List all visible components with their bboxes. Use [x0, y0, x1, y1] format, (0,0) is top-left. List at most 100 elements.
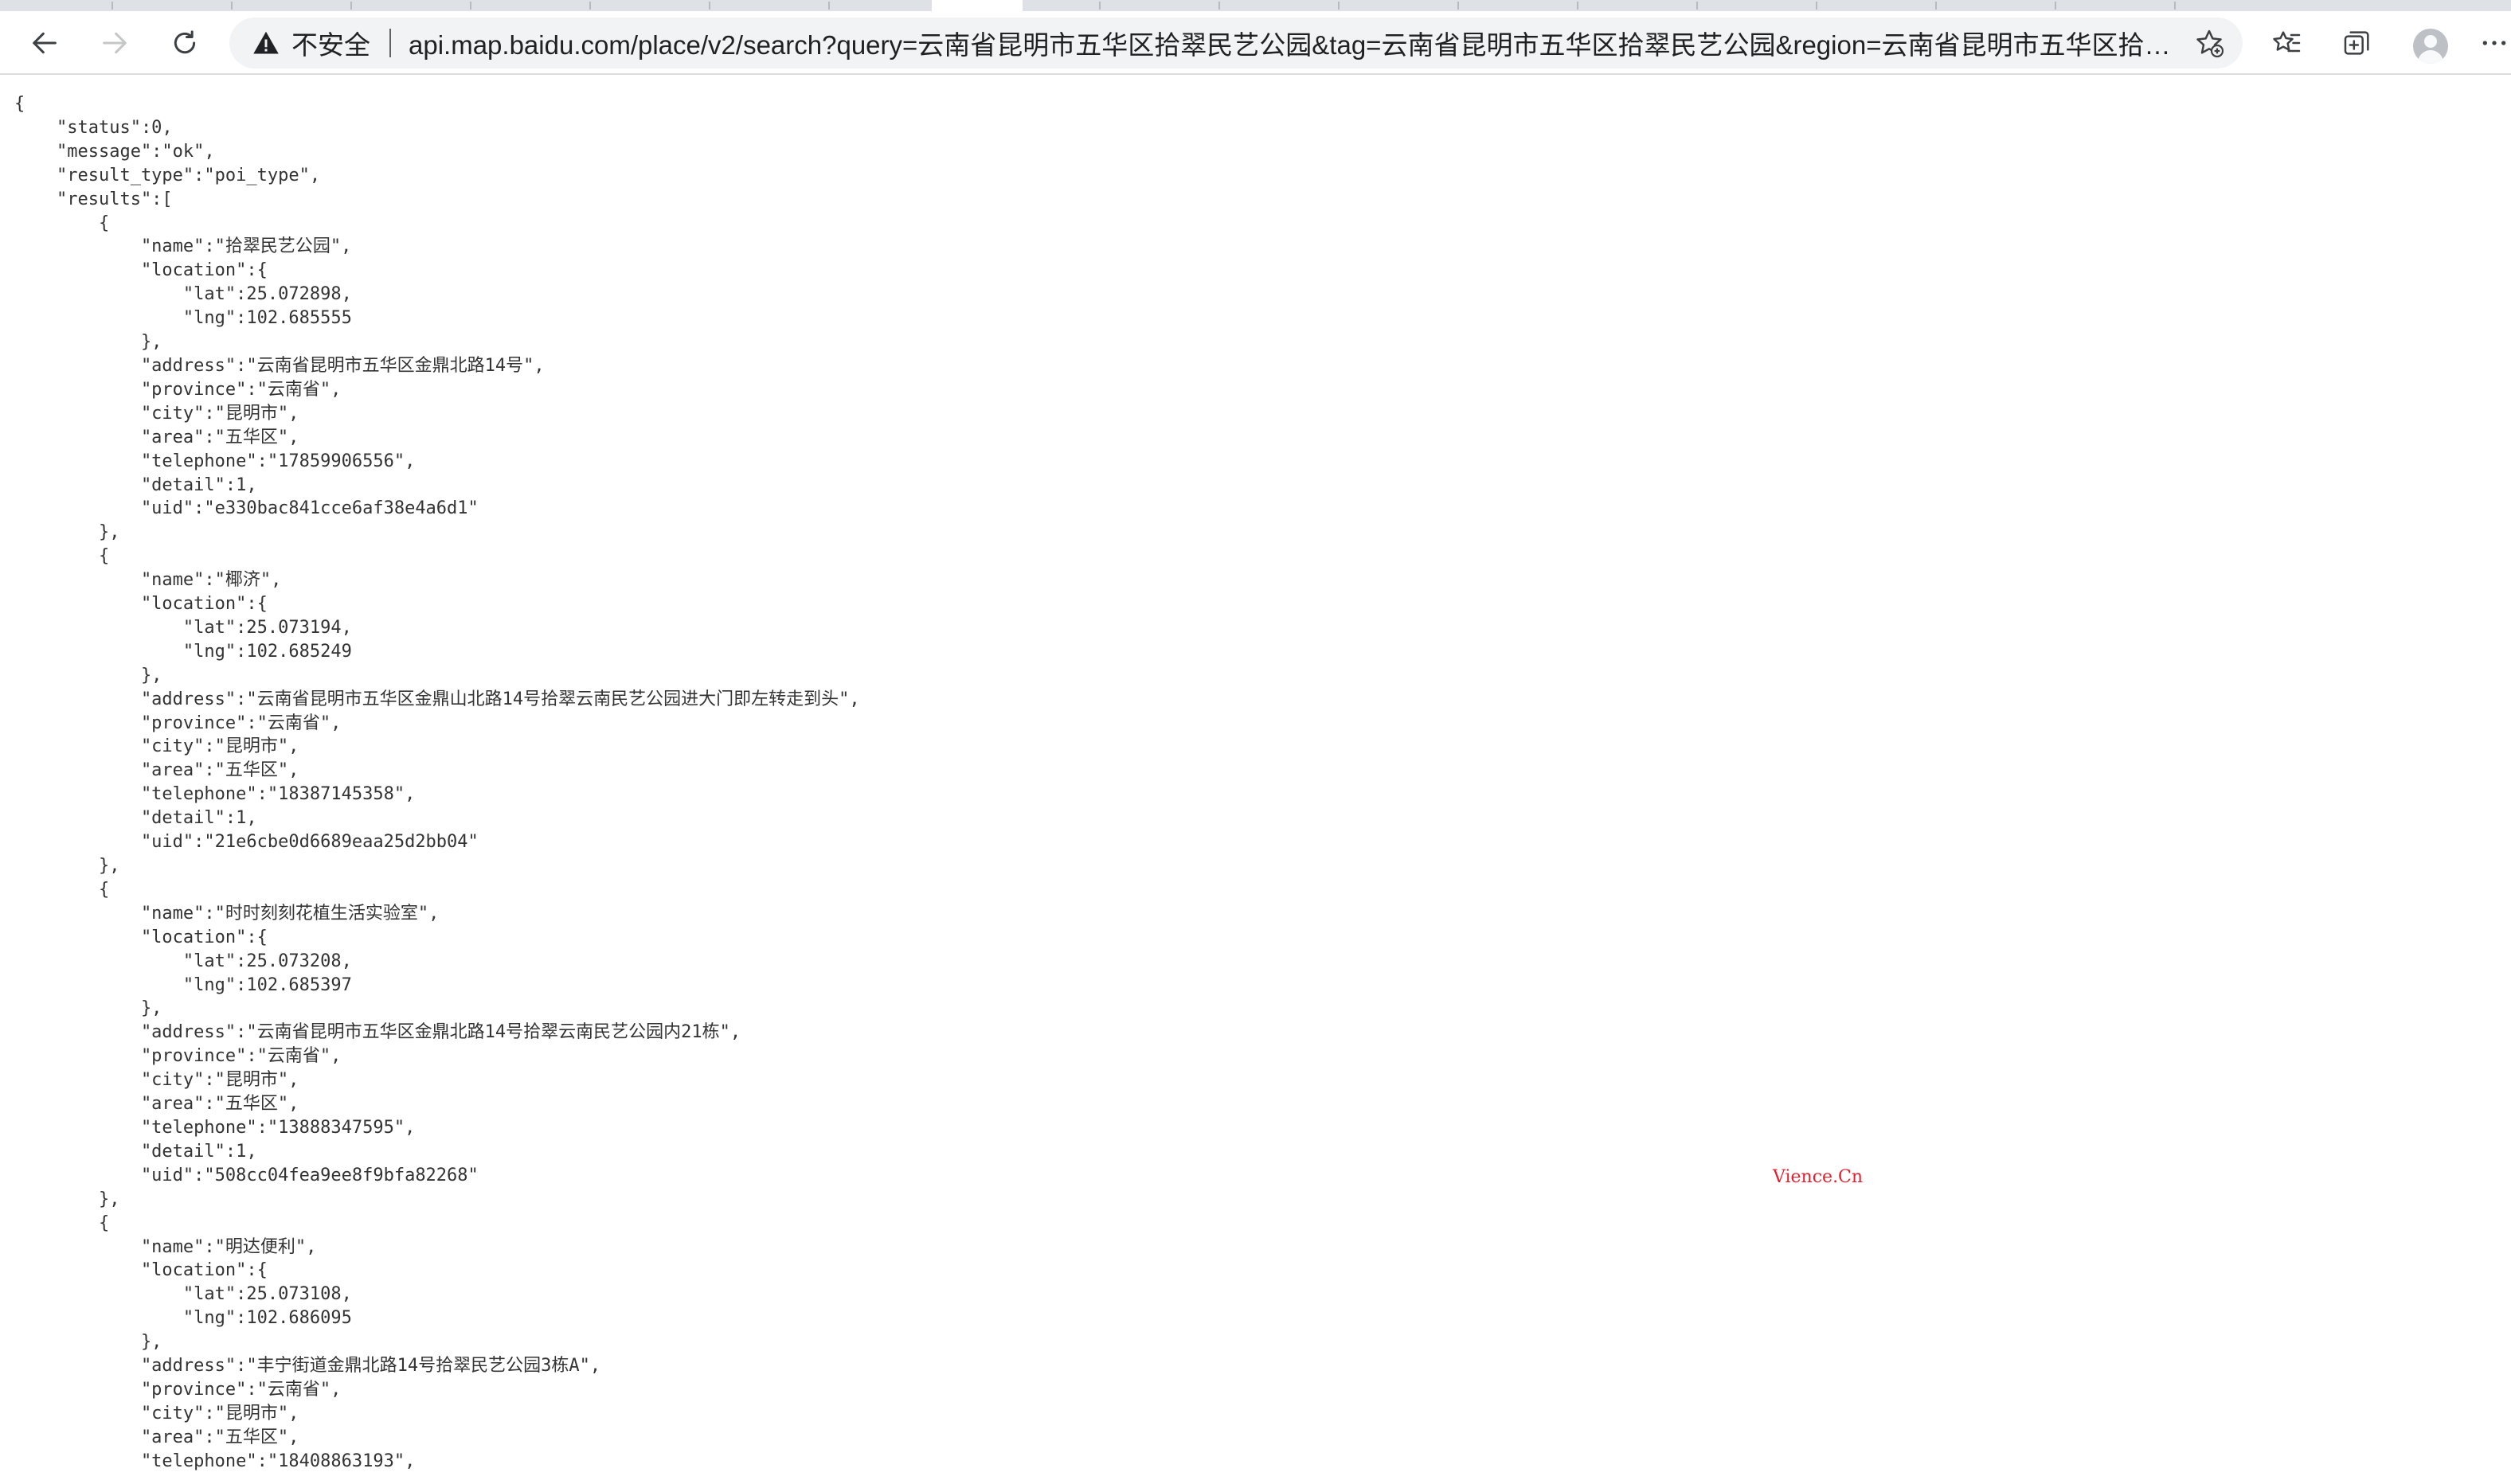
json-line: { [14, 546, 110, 567]
json-line: "address":"丰宁街道金鼎北路14号拾翠民艺公园3栋A", [14, 1356, 601, 1377]
json-line: "message":"ok", [14, 141, 215, 162]
json-line: "uid":"21e6cbe0d6689eaa25d2bb04" [14, 832, 479, 853]
tab-separator [111, 2, 113, 10]
json-line: "city":"昆明市", [14, 1403, 299, 1423]
tab-separator [470, 2, 471, 10]
json-line: }, [14, 332, 162, 353]
json-line: "results":[ [14, 189, 173, 209]
json-line: }, [14, 665, 162, 685]
tab-separator [1218, 2, 1220, 10]
json-line: { [14, 94, 25, 114]
json-response: { "status":0, "message":"ok", "result_ty… [14, 92, 860, 1474]
json-line: "address":"云南省昆明市五华区金鼎北路14号", [14, 355, 545, 376]
tab-separator [1935, 2, 1937, 10]
tab-separator [1457, 2, 1459, 10]
back-button[interactable] [22, 21, 67, 65]
json-line: }, [14, 1189, 120, 1209]
active-tab[interactable] [932, 0, 1023, 11]
tab-separator [1696, 2, 1698, 10]
more-button[interactable] [2472, 21, 2511, 65]
json-line: "name":"时时刻刻花植生活实验室", [14, 903, 440, 924]
json-line: "detail":1, [14, 808, 257, 829]
json-line: "detail":1, [14, 474, 257, 495]
tab-separator [1577, 2, 1578, 10]
tab-separator [2174, 2, 2176, 10]
favorites-button[interactable] [2265, 21, 2310, 65]
json-line: "area":"五华区", [14, 760, 299, 781]
json-line: }, [14, 998, 162, 1019]
forward-arrow-icon [103, 32, 127, 54]
json-line: { [14, 879, 110, 900]
avatar-head [2424, 35, 2437, 48]
json-line: "city":"昆明市", [14, 403, 299, 424]
json-line: "telephone":"17859906556", [14, 451, 416, 471]
tab-separator [350, 2, 352, 10]
tab-separator [828, 2, 830, 10]
collections-button[interactable] [2335, 21, 2380, 65]
json-line: "city":"昆明市", [14, 736, 299, 757]
tab-separator [231, 2, 233, 10]
json-line: "location":{ [14, 1260, 268, 1281]
url-text[interactable]: api.map.baidu.com/place/v2/search?query=… [409, 24, 2182, 62]
tab-strip [0, 0, 2511, 11]
json-line: "location":{ [14, 927, 268, 947]
json-line: "telephone":"18408863193", [14, 1451, 416, 1471]
avatar-body [2418, 50, 2443, 64]
tab-separator [589, 2, 591, 10]
json-line: "lat":25.072898, [14, 284, 352, 305]
tab-separator [2055, 2, 2056, 10]
more-icon [2482, 41, 2506, 45]
json-line: "province":"云南省", [14, 1379, 342, 1400]
json-line: "address":"云南省昆明市五华区金鼎北路14号拾翠云南民艺公园内21栋"… [14, 1022, 741, 1043]
tab-separator [1099, 2, 1101, 10]
json-line: "lat":25.073194, [14, 617, 352, 638]
json-line: "result_type":"poi_type", [14, 165, 321, 186]
json-line: "lat":25.073208, [14, 951, 352, 971]
json-line: "uid":"508cc04fea9ee8f9bfa82268" [14, 1165, 479, 1185]
tab-separator [1338, 2, 1340, 10]
json-line: "status":0, [14, 117, 173, 138]
profile-icon[interactable] [2413, 29, 2448, 64]
json-line: { [14, 213, 110, 233]
favorites-icon [2273, 31, 2301, 53]
security-label[interactable]: 不安全 [291, 24, 370, 62]
json-line: "name":"明达便利", [14, 1236, 317, 1257]
json-line: "name":"椰济", [14, 570, 282, 591]
json-line: "lng":102.685555 [14, 308, 352, 329]
json-line: "lat":25.073108, [14, 1284, 352, 1305]
json-line: "lng":102.685249 [14, 641, 352, 662]
reload-icon [174, 30, 196, 54]
json-line: "address":"云南省昆明市五华区金鼎山北路14号拾翠云南民艺公园进大门即… [14, 689, 860, 709]
json-line: "uid":"e330bac841cce6af38e4a6d1" [14, 498, 479, 519]
tab-separator [1816, 2, 1817, 10]
json-line: "area":"五华区", [14, 1427, 299, 1447]
json-line: "province":"云南省", [14, 1046, 342, 1067]
json-line: { [14, 1213, 110, 1233]
json-line: "area":"五华区", [14, 427, 299, 447]
collections-icon [2344, 31, 2369, 55]
json-line: }, [14, 1332, 162, 1353]
address-bar[interactable]: 不安全 api.map.baidu.com/place/v2/search?qu… [229, 18, 2243, 68]
page-content: { "status":0, "message":"ok", "result_ty… [0, 75, 2511, 1484]
json-line: "lng":102.686095 [14, 1308, 352, 1329]
add-favorite-icon[interactable] [2193, 27, 2225, 59]
back-arrow-icon [33, 32, 57, 54]
json-line: "telephone":"13888347595", [14, 1117, 416, 1138]
json-line: "city":"昆明市", [14, 1070, 299, 1091]
json-line: "area":"五华区", [14, 1094, 299, 1115]
json-line: "detail":1, [14, 1141, 257, 1162]
json-line: "lng":102.685397 [14, 974, 352, 995]
json-line: "province":"云南省", [14, 379, 342, 400]
json-line: "location":{ [14, 594, 268, 615]
browser-toolbar: 不安全 api.map.baidu.com/place/v2/search?qu… [0, 11, 2511, 75]
json-line: }, [14, 856, 120, 876]
json-line: "province":"云南省", [14, 713, 342, 733]
reload-button[interactable] [162, 21, 207, 65]
json-line: "telephone":"18387145358", [14, 784, 416, 805]
forward-button[interactable] [92, 21, 137, 65]
warning-icon[interactable] [252, 29, 280, 57]
json-line: "name":"拾翠民艺公园", [14, 236, 352, 257]
omnibox-divider [389, 29, 391, 57]
watermark-text: Vience.Cn [1773, 1167, 1864, 1187]
tab-separator [709, 2, 710, 10]
